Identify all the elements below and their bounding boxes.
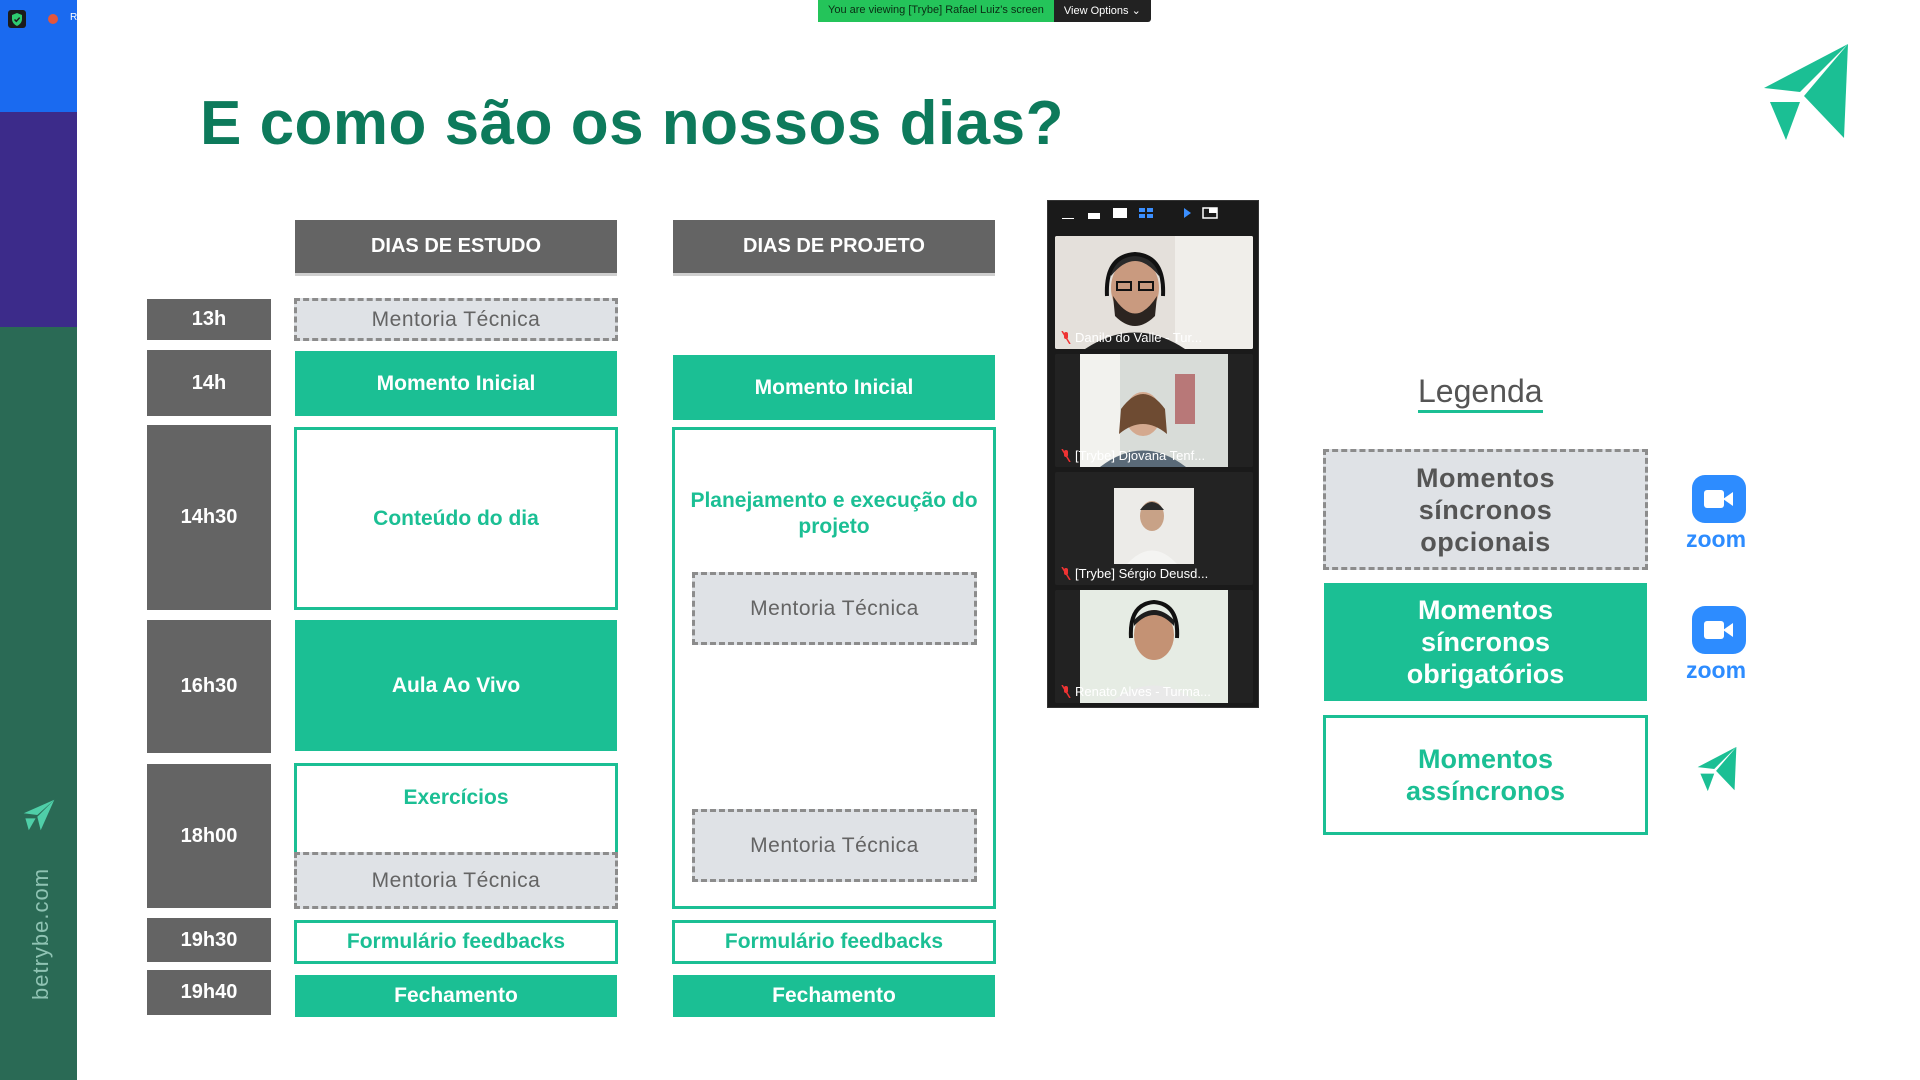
screen-share-view: R betrybe.com You are viewing [Trybe] Ra… xyxy=(0,0,1920,1080)
chevron-down-icon: ⌄ xyxy=(1131,5,1141,17)
strip-view-icon[interactable] xyxy=(1086,206,1102,224)
sidebar-url: betrybe.com xyxy=(28,867,53,1000)
legend-sync-mandatory: Momentos síncronos obrigatórios xyxy=(1324,583,1647,701)
legend-async: Momentos assíncronos xyxy=(1323,715,1648,835)
legend-async-label: Momentos assíncronos xyxy=(1405,744,1566,806)
screen-share-banner: You are viewing [Trybe] Rafael Luiz's sc… xyxy=(818,0,1151,22)
time-label: 13h xyxy=(147,299,271,340)
zoom-icon xyxy=(1692,606,1746,654)
minimize-icon[interactable] xyxy=(1060,206,1076,224)
time-label: 19h40 xyxy=(147,970,271,1015)
study-mentoria-tecnica-2: Mentoria Técnica xyxy=(294,852,618,909)
participants-panel: Danilo do Valle - Tur... [Trybe] Djovana… xyxy=(1047,200,1259,708)
trybe-logo-icon xyxy=(1760,40,1852,149)
time-label: 14h30 xyxy=(147,425,271,610)
participant-name: Danilo do Valle - Tur... xyxy=(1075,330,1202,345)
view-options-label: View Options xyxy=(1063,5,1129,17)
project-fechamento: Fechamento xyxy=(673,975,995,1017)
slide-sidebar: R betrybe.com xyxy=(0,0,77,1080)
project-formulario-feedbacks: Formulário feedbacks xyxy=(672,920,996,964)
popout-icon[interactable] xyxy=(1202,206,1218,224)
muted-mic-icon xyxy=(1061,330,1071,345)
legend-sync-mandatory-label: Momentos síncronos obrigatórios xyxy=(1406,595,1565,689)
participant-name: [Trybe] Sérgio Deusd... xyxy=(1075,566,1209,581)
study-days-header: DIAS DE ESTUDO xyxy=(295,220,617,276)
legend-title: Legenda xyxy=(1418,372,1543,413)
gallery-view-icon[interactable] xyxy=(1138,206,1154,224)
study-formulario-feedbacks: Formulário feedbacks xyxy=(294,920,618,964)
legend-sync-optional: Momentos síncronos opcionais xyxy=(1323,449,1648,570)
project-momento-inicial: Momento Inicial xyxy=(673,355,995,420)
speaker-view-icon[interactable] xyxy=(1112,206,1128,224)
project-mentoria-tecnica-2: Mentoria Técnica xyxy=(692,809,977,882)
shield-icon[interactable] xyxy=(8,10,26,28)
study-fechamento: Fechamento xyxy=(295,975,617,1017)
play-icon[interactable] xyxy=(1182,206,1192,224)
study-mentoria-tecnica: Mentoria Técnica xyxy=(294,298,618,341)
participant-tile[interactable]: [Trybe] Sérgio Deusd... xyxy=(1055,472,1253,585)
viewing-banner-text: You are viewing [Trybe] Rafael Luiz's sc… xyxy=(818,0,1054,22)
recording-label: R xyxy=(70,12,78,23)
participant-name-row: [Trybe] Djovana Tenf... xyxy=(1061,448,1205,463)
participant-name-row: [Trybe] Sérgio Deusd... xyxy=(1061,566,1208,581)
zoom-logo-text: zoom xyxy=(1686,526,1747,552)
time-label: 16h30 xyxy=(147,620,271,753)
muted-mic-icon xyxy=(1061,684,1071,699)
time-label: 18h00 xyxy=(147,764,271,908)
participant-name-row: Renato Alves - Turma... xyxy=(1061,684,1211,699)
trybe-logo-icon xyxy=(1694,745,1740,798)
exercicios-label: Exercícios xyxy=(403,786,509,809)
participant-name-row: Danilo do Valle - Tur... xyxy=(1061,330,1202,345)
time-label: 14h xyxy=(147,350,271,416)
recording-icon[interactable] xyxy=(48,14,58,24)
study-aula-ao-vivo: Aula Ao Vivo xyxy=(295,620,617,751)
planejamento-label: Planejamento e execução do projeto xyxy=(690,489,978,538)
project-mentoria-tecnica: Mentoria Técnica xyxy=(692,572,977,645)
participant-tile[interactable]: [Trybe] Djovana Tenf... xyxy=(1055,354,1253,467)
project-days-header: DIAS DE PROJETO xyxy=(673,220,995,276)
time-label: 19h30 xyxy=(147,918,271,962)
muted-mic-icon xyxy=(1061,566,1071,581)
study-conteudo-do-dia: Conteúdo do dia xyxy=(294,427,618,610)
participant-name: [Trybe] Djovana Tenf... xyxy=(1075,448,1206,463)
sidebar-purple-band xyxy=(0,112,77,327)
trybe-logo-icon xyxy=(22,798,56,837)
muted-mic-icon xyxy=(1061,448,1071,463)
participant-tile[interactable]: Renato Alves - Turma... xyxy=(1055,590,1253,703)
zoom-icon xyxy=(1692,475,1746,523)
study-momento-inicial: Momento Inicial xyxy=(295,351,617,416)
panel-toolbar xyxy=(1048,201,1260,229)
view-options-button[interactable]: View Options ⌄ xyxy=(1053,0,1151,22)
legend-sync-optional-label: Momentos síncronos opcionais xyxy=(1416,462,1555,557)
participant-name: Renato Alves - Turma... xyxy=(1075,684,1211,699)
zoom-logo-text: zoom xyxy=(1686,657,1747,683)
slide-title: E como são os nossos dias? xyxy=(200,89,1065,158)
participant-tile[interactable]: Danilo do Valle - Tur... xyxy=(1055,236,1253,349)
